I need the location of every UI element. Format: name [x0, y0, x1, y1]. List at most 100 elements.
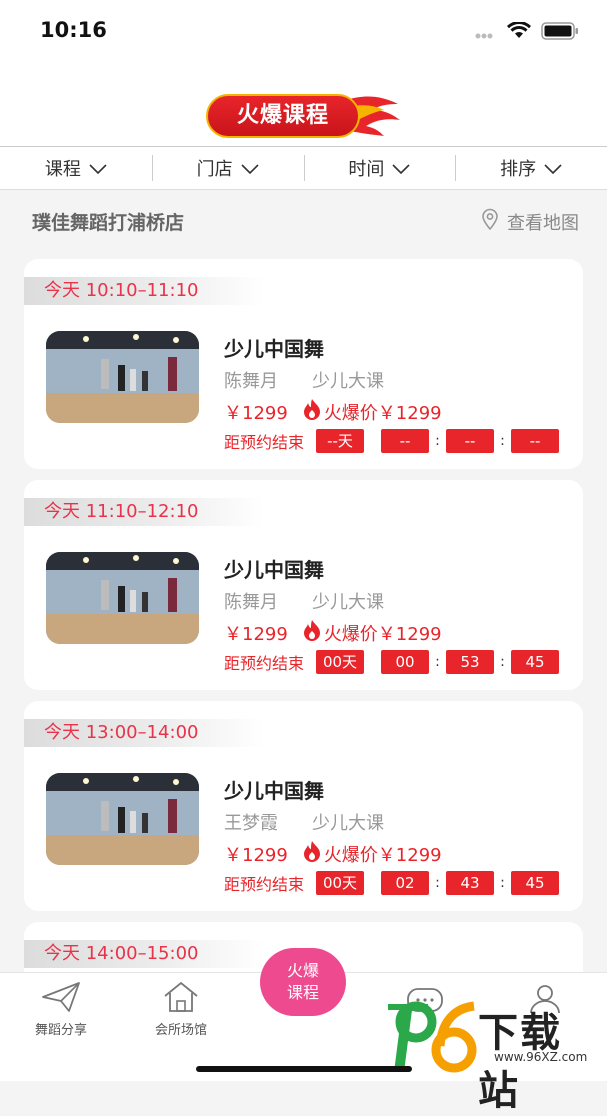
status-icons [475, 22, 579, 44]
status-time: 10:16 [40, 18, 107, 42]
course-card[interactable]: 今天 11:10–12:10 少儿中国舞 陈舞月 少儿大课 ￥1299 火爆价￥… [24, 480, 583, 690]
countdown-label: 距预约结束 [224, 871, 304, 895]
course-meta: 王梦霞 少儿大课 [224, 809, 384, 835]
hot-price-group: 火爆价￥1299 [302, 398, 442, 425]
site-watermark: 下载站 www.96XZ.com [382, 996, 602, 1076]
filter-sort-label: 排序 [500, 155, 536, 181]
countdown-separator: : [429, 433, 446, 449]
course-meta: 陈舞月 少儿大课 [224, 367, 384, 393]
countdown-days: 00天 [316, 871, 364, 895]
course-card[interactable]: 今天 10:10–11:10 少儿中国舞 陈舞月 少儿大课 ￥1299 火爆价￥… [24, 259, 583, 469]
flame-icon [302, 619, 322, 646]
countdown-minutes: -- [446, 429, 494, 453]
filter-time-label: 时间 [348, 155, 384, 181]
store-row: 璞佳舞蹈打浦桥店 查看地图 [0, 196, 607, 246]
signal-icon [475, 24, 497, 43]
battery-icon [541, 22, 579, 44]
countdown-days: --天 [316, 429, 364, 453]
countdown-seconds: 45 [511, 650, 559, 674]
chevron-down-icon [392, 158, 410, 179]
original-price: ￥1299 [224, 399, 288, 425]
countdown-separator: : [494, 654, 511, 670]
filter-course[interactable]: 课程 [0, 147, 152, 189]
course-time: 今天 13:00–14:00 [24, 719, 264, 747]
course-meta: 陈舞月 少儿大课 [224, 588, 384, 614]
hot-course-tab-button[interactable]: 火爆 课程 [260, 948, 346, 1016]
flame-icon [302, 840, 322, 867]
watermark-logo-icon [382, 996, 482, 1076]
countdown-separator: : [429, 654, 446, 670]
countdown-separator: : [494, 875, 511, 891]
filter-course-label: 课程 [45, 155, 81, 181]
course-category: 少儿大课 [312, 367, 384, 393]
page-header: 火爆课程 [0, 62, 607, 147]
countdown: 距预约结束 00天 02 : 43 : 45 [224, 871, 559, 895]
hot-price: 火爆价￥1299 [324, 620, 442, 646]
tab-dance-share-label: 舞蹈分享 [16, 1019, 106, 1038]
countdown-days: 00天 [316, 650, 364, 674]
course-teacher: 陈舞月 [224, 367, 278, 393]
original-price: ￥1299 [224, 620, 288, 646]
filter-store-label: 门店 [197, 155, 233, 181]
countdown-hours: -- [381, 429, 429, 453]
course-thumbnail [46, 773, 199, 865]
course-thumbnail [46, 552, 199, 644]
chevron-down-icon [241, 158, 259, 179]
hot-price: 火爆价￥1299 [324, 841, 442, 867]
hot-course-logo: 火爆课程 [206, 90, 402, 140]
tab-dance-share[interactable]: 舞蹈分享 [16, 981, 106, 1038]
original-price: ￥1299 [224, 841, 288, 867]
countdown-separator: : [494, 433, 511, 449]
course-time: 今天 14:00–15:00 [24, 940, 264, 968]
store-name: 璞佳舞蹈打浦桥店 [32, 208, 184, 235]
course-thumbnail [46, 331, 199, 423]
course-time: 今天 11:10–12:10 [24, 498, 264, 526]
chevron-down-icon [544, 158, 562, 179]
price-row: ￥1299 火爆价￥1299 [224, 840, 442, 867]
course-time: 今天 10:10–11:10 [24, 277, 264, 305]
course-teacher: 王梦霞 [224, 809, 278, 835]
hot-price-group: 火爆价￥1299 [302, 840, 442, 867]
filter-bar: 课程 门店 时间 排序 [0, 147, 607, 190]
course-title: 少儿中国舞 [224, 554, 324, 583]
countdown: 距预约结束 00天 00 : 53 : 45 [224, 650, 559, 674]
hot-price-group: 火爆价￥1299 [302, 619, 442, 646]
countdown: 距预约结束 --天 -- : -- : -- [224, 429, 559, 453]
tab-venue-label: 会所场馆 [136, 1019, 226, 1038]
tab-venue[interactable]: 会所场馆 [136, 981, 226, 1038]
countdown-hours: 02 [381, 871, 429, 895]
view-map-label: 查看地图 [507, 209, 579, 235]
flame-icon [302, 398, 322, 425]
course-card[interactable]: 今天 13:00–14:00 少儿中国舞 王梦霞 少儿大课 ￥1299 火爆价￥… [24, 701, 583, 911]
view-map-link[interactable]: 查看地图 [481, 208, 579, 235]
filter-store[interactable]: 门店 [152, 147, 304, 189]
center-tab-line2: 课程 [260, 982, 346, 1004]
filter-sort[interactable]: 排序 [455, 147, 607, 189]
countdown-hours: 00 [381, 650, 429, 674]
paper-plane-icon [41, 1002, 81, 1017]
countdown-seconds: -- [511, 429, 559, 453]
countdown-label: 距预约结束 [224, 650, 304, 674]
course-category: 少儿大课 [312, 809, 384, 835]
home-icon [161, 1002, 201, 1017]
wifi-icon [507, 22, 531, 44]
countdown-seconds: 45 [511, 871, 559, 895]
countdown-minutes: 43 [446, 871, 494, 895]
price-row: ￥1299 火爆价￥1299 [224, 398, 442, 425]
countdown-separator: : [429, 875, 446, 891]
countdown-minutes: 53 [446, 650, 494, 674]
course-title: 少儿中国舞 [224, 775, 324, 804]
course-teacher: 陈舞月 [224, 588, 278, 614]
watermark-url: www.96XZ.com [494, 1050, 587, 1064]
home-indicator [196, 1066, 412, 1072]
hot-price: 火爆价￥1299 [324, 399, 442, 425]
status-bar: 10:16 [0, 0, 607, 62]
center-tab-line1: 火爆 [260, 960, 346, 982]
countdown-label: 距预约结束 [224, 429, 304, 453]
price-row: ￥1299 火爆价￥1299 [224, 619, 442, 646]
chevron-down-icon [89, 158, 107, 179]
course-category: 少儿大课 [312, 588, 384, 614]
filter-time[interactable]: 时间 [304, 147, 456, 189]
course-title: 少儿中国舞 [224, 333, 324, 362]
location-pin-icon [481, 208, 499, 235]
